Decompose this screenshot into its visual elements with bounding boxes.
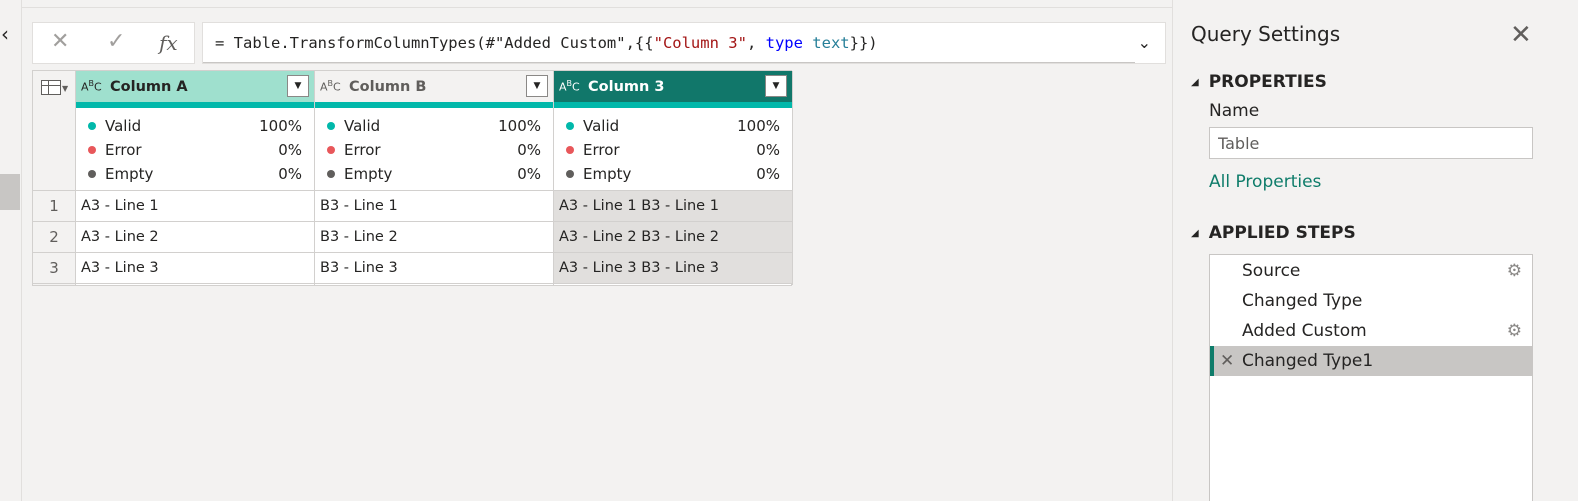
commit-formula-icon[interactable]: ✓ bbox=[107, 29, 125, 54]
valid-dot-icon bbox=[88, 122, 96, 130]
table-cell[interactable]: B3 - Line 3 bbox=[315, 253, 553, 284]
table-menu-dropdown-icon: ▼ bbox=[62, 84, 69, 93]
column-quality: Valid 100% Error 0% Empty 0% bbox=[76, 108, 314, 191]
column-b: ABC Column B ▼ Valid 100% Error 0% Empty 0%… bbox=[315, 71, 554, 285]
empty-dot-icon bbox=[566, 170, 574, 178]
step-changed-type1[interactable]: ✕ Changed Type1 bbox=[1210, 346, 1532, 376]
query-name-input[interactable] bbox=[1209, 127, 1533, 159]
ribbon-edge bbox=[22, 0, 1172, 8]
name-label: Name bbox=[1209, 101, 1260, 121]
table-cell[interactable]: A3 - Line 2 bbox=[76, 222, 314, 253]
properties-section[interactable]: ◢ PROPERTIES bbox=[1191, 72, 1327, 92]
valid-dot-icon bbox=[566, 122, 574, 130]
queries-pane-collapsed: ‹ bbox=[0, 0, 22, 501]
text-type-icon[interactable]: ABC bbox=[320, 79, 344, 94]
queries-pane-handle[interactable] bbox=[0, 174, 20, 210]
applied-steps-header: APPLIED STEPS bbox=[1208, 223, 1356, 243]
row-number[interactable]: 2 bbox=[33, 222, 75, 253]
properties-header: PROPERTIES bbox=[1208, 72, 1327, 92]
cancel-formula-icon[interactable]: ✕ bbox=[51, 29, 69, 54]
applied-steps-list: Source ⚙ Changed Type Added Custom ⚙ ✕ C… bbox=[1209, 254, 1533, 501]
error-dot-icon bbox=[327, 146, 335, 154]
table-cell[interactable]: B3 - Line 1 bbox=[315, 191, 553, 222]
column-name: Column B bbox=[349, 78, 427, 95]
table-cell[interactable]: B3 - Line 2 bbox=[315, 222, 553, 253]
column-header[interactable]: ABC Column A ▼ bbox=[76, 71, 314, 102]
formula-buttons: ✕ ✓ fx bbox=[32, 22, 195, 64]
row-numbers: 1 2 3 bbox=[33, 191, 76, 285]
column-header[interactable]: ABC Column 3 ▼ bbox=[554, 71, 792, 102]
text-type-icon[interactable]: ABC bbox=[81, 79, 105, 94]
formula-text[interactable]: = Table.TransformColumnTypes(#"Added Cus… bbox=[215, 34, 878, 52]
step-changed-type[interactable]: Changed Type bbox=[1210, 286, 1532, 316]
table-cell[interactable]: A3 - Line 3 B3 - Line 3 bbox=[554, 253, 792, 284]
error-dot-icon bbox=[566, 146, 574, 154]
filter-dropdown-icon[interactable]: ▼ bbox=[526, 75, 548, 97]
table-icon bbox=[41, 80, 61, 95]
table-cell[interactable]: A3 - Line 1 B3 - Line 1 bbox=[554, 191, 792, 222]
row-number[interactable]: 3 bbox=[33, 253, 75, 284]
all-properties-link[interactable]: All Properties bbox=[1209, 172, 1321, 192]
filter-dropdown-icon[interactable]: ▼ bbox=[287, 75, 309, 97]
column-quality: Valid 100% Error 0% Empty 0% bbox=[554, 108, 792, 191]
query-settings-pane: Query Settings ✕ ◢ PROPERTIES Name All P… bbox=[1172, 0, 1578, 501]
table-cell[interactable]: A3 - Line 2 B3 - Line 2 bbox=[554, 222, 792, 253]
step-added-custom[interactable]: Added Custom ⚙ bbox=[1210, 316, 1532, 346]
gear-icon[interactable]: ⚙ bbox=[1507, 256, 1522, 286]
expand-formula-chevron-icon[interactable]: ⌄ bbox=[1138, 33, 1151, 52]
column-3: ABC Column 3 ▼ Valid 100% Error 0% Empty 0%… bbox=[554, 71, 793, 285]
empty-dot-icon bbox=[88, 170, 96, 178]
text-type-icon[interactable]: ABC bbox=[559, 79, 583, 94]
column-header[interactable]: ABC Column B ▼ bbox=[315, 71, 553, 102]
collapse-triangle-icon[interactable]: ◢ bbox=[1191, 228, 1199, 239]
table-cell[interactable]: A3 - Line 1 bbox=[76, 191, 314, 222]
column-a: ABC Column A ▼ Valid 100% Error 0% Empty 0%… bbox=[76, 71, 315, 285]
expand-queries-chevron-icon[interactable]: ‹ bbox=[1, 22, 9, 46]
insert-function-icon[interactable]: fx bbox=[159, 31, 178, 55]
column-name: Column 3 bbox=[588, 78, 665, 95]
column-quality: Valid 100% Error 0% Empty 0% bbox=[315, 108, 553, 191]
delete-step-icon[interactable]: ✕ bbox=[1220, 346, 1234, 376]
step-source[interactable]: Source ⚙ bbox=[1210, 256, 1532, 286]
collapse-triangle-icon[interactable]: ◢ bbox=[1191, 77, 1199, 88]
filter-dropdown-icon[interactable]: ▼ bbox=[765, 75, 787, 97]
table-cell[interactable]: A3 - Line 3 bbox=[76, 253, 314, 284]
close-icon[interactable]: ✕ bbox=[1510, 20, 1532, 50]
row-number[interactable]: 1 bbox=[33, 191, 75, 222]
data-grid: ▼ ABC Column A ▼ Valid 100% Error 0% Empty… bbox=[32, 70, 793, 286]
valid-dot-icon bbox=[327, 122, 335, 130]
error-dot-icon bbox=[88, 146, 96, 154]
empty-dot-icon bbox=[327, 170, 335, 178]
pane-title: Query Settings bbox=[1191, 22, 1341, 46]
column-name: Column A bbox=[110, 78, 188, 95]
formula-bar[interactable]: = Table.TransformColumnTypes(#"Added Cus… bbox=[202, 22, 1166, 64]
table-menu[interactable]: ▼ bbox=[33, 71, 76, 191]
applied-steps-section[interactable]: ◢ APPLIED STEPS bbox=[1191, 223, 1356, 243]
gear-icon[interactable]: ⚙ bbox=[1507, 316, 1522, 346]
